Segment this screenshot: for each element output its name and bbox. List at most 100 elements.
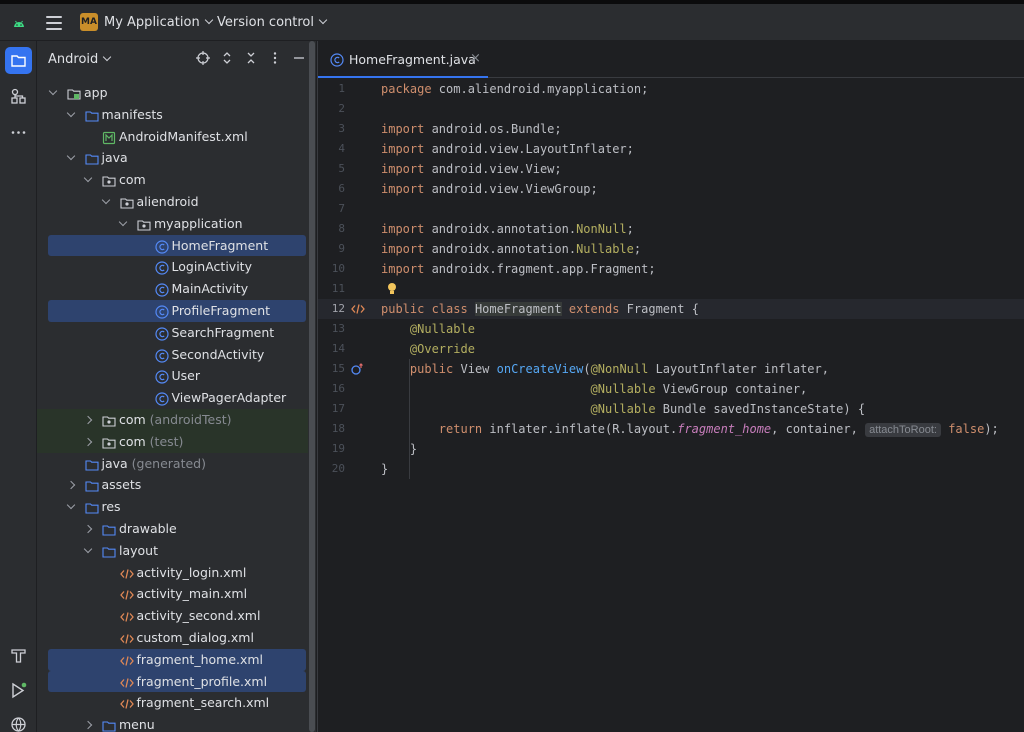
more-tools-button[interactable] [5,119,32,146]
build-tool-button[interactable] [5,642,32,669]
code-line[interactable]: 5 import android.view.View; [318,159,1024,179]
project-switcher[interactable]: My Application [104,15,213,30]
scrollbar-thumb[interactable] [309,41,315,732]
chevron-down-icon[interactable] [66,108,75,118]
code-text: public View onCreateView(@NonNull Layout… [409,362,829,376]
line-number: 19 [331,442,345,455]
tree-item[interactable]: fragment_profile.xml [48,670,306,693]
tree-item[interactable]: activity_login.xml [37,562,308,584]
code-line[interactable]: 9 import androidx.annotation.Nullable; [318,239,1024,259]
code-line[interactable]: 4 import android.view.LayoutInflater; [318,139,1024,159]
code-line[interactable]: 14 @Override [318,339,1024,359]
xml-file-icon [119,631,134,645]
chevron-right-icon[interactable] [83,437,93,446]
code-line[interactable]: 8 import androidx.annotation.NonNull; [318,219,1024,239]
tree-item[interactable]: manifests [37,104,308,126]
line-number: 12 [331,302,345,315]
tree-item-suffix: (generated) [127,455,206,471]
code-line[interactable]: 17 @Nullable Bundle savedInstanceState) … [318,399,1024,419]
tree-item[interactable]: fragment_home.xml [48,648,306,671]
line-number: 13 [331,322,345,335]
tree-item-label: menu [119,717,155,732]
project-tool-button[interactable] [5,47,32,74]
chevron-right-icon[interactable] [83,415,93,425]
expand-all-icon[interactable] [220,51,234,67]
chevron-down-icon[interactable] [83,173,93,183]
code-line[interactable]: 20} [318,459,1024,479]
tab-home-fragment[interactable]: HomeFragment.java × [318,41,488,78]
tree-item[interactable]: java (generated) [37,453,308,475]
tree-item[interactable]: layout [37,540,308,562]
code-line[interactable]: 2 [318,99,1024,119]
chevron-right-icon[interactable] [83,720,93,730]
tree-item[interactable]: MainActivity [37,278,308,300]
tree-item-label: fragment_search.xml [136,695,270,711]
close-icon[interactable]: × [470,51,481,66]
chevron-down-icon[interactable] [66,500,75,510]
line-number: 10 [331,262,345,275]
minimize-icon[interactable] [292,51,306,67]
lightbulb-icon[interactable] [386,282,400,296]
view-selector[interactable]: Android [48,52,112,67]
code-line[interactable]: 11 [318,279,1024,299]
code-text: } [381,462,389,476]
code-line[interactable]: 19 } [318,439,1024,459]
tree-item[interactable]: ViewPagerAdapter [37,387,308,409]
chevron-right-icon[interactable] [83,524,93,534]
code-line[interactable]: 7 [318,199,1024,219]
tree-item[interactable]: SearchFragment [37,322,308,344]
code-editor[interactable]: 1 package com.aliendroid.myapplication; 2 3… [318,79,1024,479]
chevron-down-icon[interactable] [66,152,75,161]
tree-item[interactable]: res [37,496,308,518]
chevron-down-icon[interactable] [83,544,93,553]
chevron-down-icon[interactable] [118,217,128,227]
tree-item[interactable]: aliendroid [37,191,308,213]
tree-item[interactable]: LoginActivity [37,256,308,278]
override-method-icon[interactable] [351,362,365,376]
chevron-right-icon[interactable] [66,481,75,490]
code-line[interactable]: 13 @Nullable [318,319,1024,339]
project-scrollbar[interactable] [308,41,316,732]
structure-tool-button[interactable] [5,83,32,110]
project-badge[interactable]: MA [80,13,98,31]
tree-item[interactable]: activity_main.xml [37,583,308,605]
tree-item[interactable]: com (test) [37,430,308,453]
tree-item[interactable]: drawable [37,518,308,540]
version-control-menu[interactable]: Version control [217,15,328,30]
options-icon[interactable] [268,51,282,67]
tree-item[interactable]: SecondActivity [37,344,308,366]
tree-item[interactable]: com [37,169,308,191]
code-line[interactable]: 15 public View onCreateView(@NonNull Lay… [318,359,1024,379]
tree-item[interactable]: assets [37,474,308,496]
xml-file-icon[interactable] [351,302,365,316]
tree-item[interactable]: activity_second.xml [37,605,308,627]
main-menu-icon[interactable] [46,16,62,30]
code-line[interactable]: 6 import android.view.ViewGroup; [318,179,1024,199]
tree-item[interactable]: HomeFragment [48,234,306,257]
code-line[interactable]: 10 import androidx.fragment.app.Fragment; [318,259,1024,279]
code-line[interactable]: 16 @Nullable ViewGroup container, [318,379,1024,399]
code-line[interactable]: 1 package com.aliendroid.myapplication; [318,79,1024,99]
code-line[interactable]: 12 public class HomeFragment extends Frag… [318,299,1024,319]
tree-item[interactable]: User [37,365,308,387]
tree-item[interactable]: app [37,82,308,104]
crosshair-icon[interactable] [196,51,210,67]
tree-item[interactable]: myapplication [37,213,308,235]
chevron-down-icon[interactable] [48,86,58,96]
xml-file-icon [119,696,134,710]
tree-item[interactable]: fragment_search.xml [37,692,308,714]
code-line[interactable]: 3 import android.os.Bundle; [318,119,1024,139]
tree-item[interactable]: ProfileFragment [48,299,306,322]
line-number: 4 [338,142,345,155]
chevron-down-icon[interactable] [101,195,110,205]
xml-file-icon [119,566,134,580]
run-tool-button[interactable] [5,677,32,704]
tree-item[interactable]: AndroidManifest.xml [37,126,308,148]
tree-item[interactable]: custom_dialog.xml [37,627,308,649]
device-tool-button[interactable] [5,711,32,732]
collapse-all-icon[interactable] [244,51,258,67]
tree-item[interactable]: com (androidTest) [37,408,308,431]
tree-item[interactable]: java [37,147,308,169]
code-line[interactable]: 18 return inflater.inflate(R.layout.frag… [318,419,1024,439]
tree-item[interactable]: menu [37,714,308,732]
